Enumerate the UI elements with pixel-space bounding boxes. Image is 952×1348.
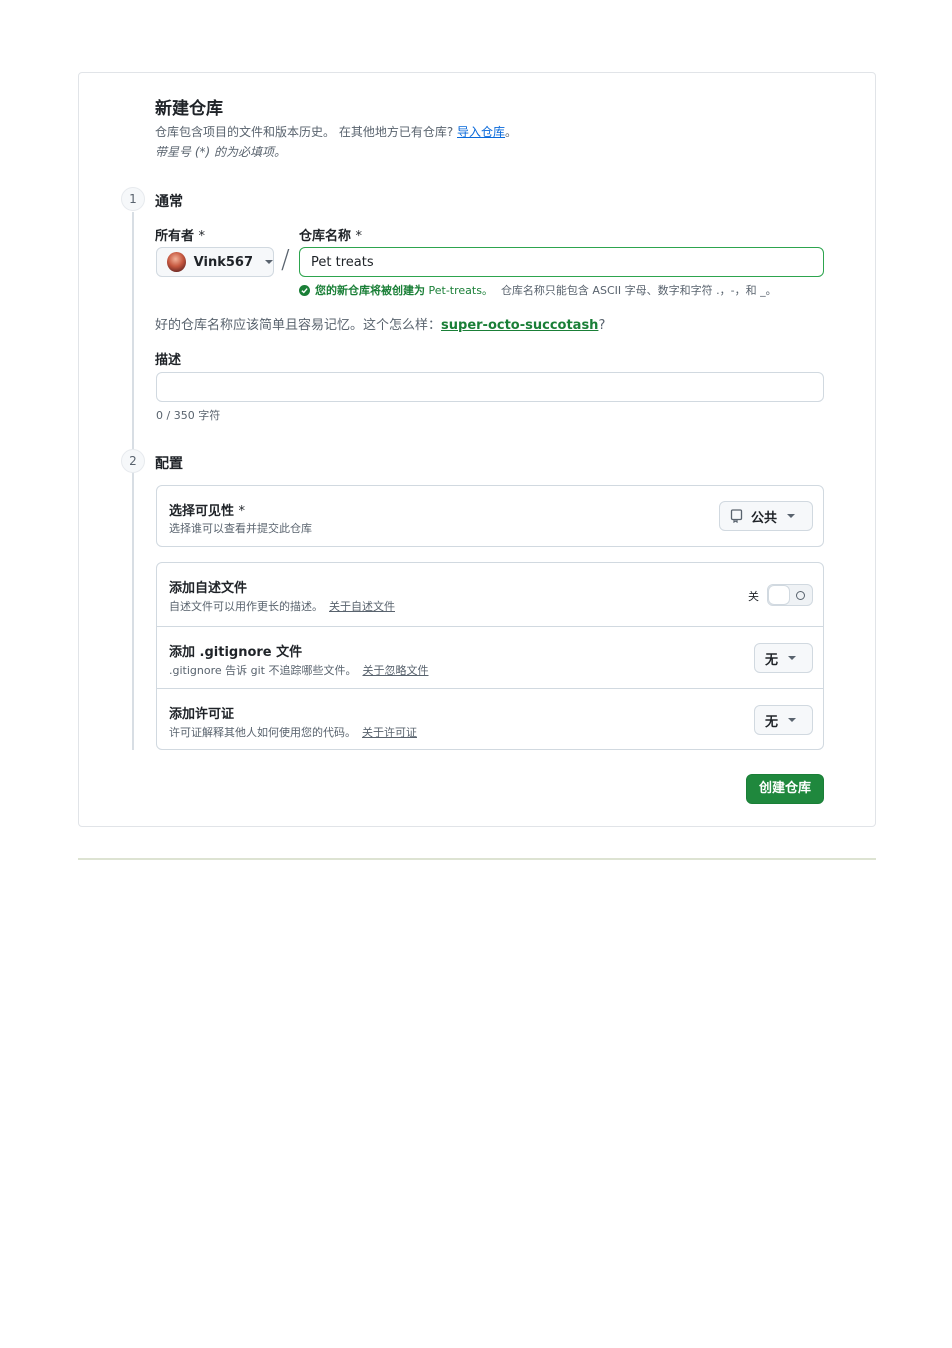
visibility-required-mark: * — [238, 504, 246, 519]
visibility-title: 选择可见性 * — [169, 500, 245, 519]
license-row: 添加许可证 许可证解释其他人如何使用您的代码。 关于许可证 无 — [157, 688, 823, 750]
validation-suffix: 。 — [481, 284, 493, 297]
step-connector-line — [132, 212, 134, 750]
suggested-name-link[interactable]: super-octo-succotash — [441, 318, 598, 333]
required-note: 带星号 (*) 的为必填项。 — [155, 145, 286, 159]
step-1-badge: 1 — [121, 187, 145, 211]
owner-name: Vink567 — [193, 254, 253, 270]
create-repo-button[interactable]: 创建仓库 — [746, 774, 824, 804]
chevron-down-icon — [788, 718, 797, 722]
toggle-knob — [768, 585, 790, 605]
description-input[interactable] — [156, 372, 824, 402]
license-title: 添加许可证 — [169, 707, 235, 722]
gitignore-title: 添加 .gitignore 文件 — [169, 645, 303, 660]
readme-help-link[interactable]: 关于自述文件 — [329, 600, 395, 613]
visibility-title-text: 选择可见性 — [169, 504, 235, 519]
subtitle-end: 。 — [505, 125, 518, 139]
license-desc-text: 许可证解释其他人如何使用您的代码。 — [169, 726, 356, 739]
gitignore-desc: .gitignore 告诉 git 不追踪哪些文件。 关于忽略文件 — [169, 662, 428, 678]
page-title: 新建仓库 — [155, 99, 223, 119]
chevron-down-icon — [788, 656, 797, 660]
toggle-off-icon — [796, 590, 805, 600]
owner-required-mark: * — [198, 229, 206, 244]
repo-name-required-mark: * — [355, 229, 363, 244]
visibility-box: 选择可见性 * 选择谁可以查看并提交此仓库 公共 — [156, 485, 824, 547]
gitignore-select-button[interactable]: 无 — [754, 643, 813, 673]
gitignore-value: 无 — [765, 652, 779, 668]
gitignore-help-link[interactable]: 关于忽略文件 — [362, 664, 428, 677]
step-2-badge: 2 — [121, 449, 145, 473]
license-value: 无 — [765, 714, 779, 730]
import-repo-link[interactable]: 导入仓库 — [457, 125, 505, 139]
license-select-button[interactable]: 无 — [754, 705, 813, 735]
gitignore-row: 添加 .gitignore 文件 .gitignore 告诉 git 不追踪哪些… — [157, 626, 823, 688]
subtitle-text: 仓库包含项目的文件和版本历史。 在其他地方已有仓库? — [155, 125, 454, 139]
license-desc: 许可证解释其他人如何使用您的代码。 关于许可证 — [169, 724, 417, 740]
readme-desc-text: 自述文件可以用作更长的描述。 — [169, 600, 323, 613]
chevron-down-icon — [265, 260, 273, 264]
suggestion-text: 好的仓库名称应该简单且容易记忆。这个怎么样： — [155, 318, 442, 333]
page-subtitle: 仓库包含项目的文件和版本历史。 在其他地方已有仓库? 导入仓库。 — [155, 123, 517, 140]
owner-label: 所有者 * — [155, 225, 205, 244]
validation-strong: 您的新仓库将被创建为 — [315, 284, 425, 297]
owner-select-button[interactable]: Vink567 — [156, 247, 274, 277]
repo-name-label-text: 仓库名称 — [299, 229, 352, 244]
name-suggestion: 好的仓库名称应该简单且容易记忆。这个怎么样：super-octo-succota… — [155, 314, 605, 333]
visibility-select-button[interactable]: 公共 — [719, 501, 813, 531]
suggestion-end: ? — [598, 318, 606, 333]
readme-row: 添加自述文件 自述文件可以用作更长的描述。 关于自述文件 关 — [157, 563, 823, 626]
avatar — [167, 252, 186, 272]
readme-desc: 自述文件可以用作更长的描述。 关于自述文件 — [169, 598, 395, 614]
options-box: 添加自述文件 自述文件可以用作更长的描述。 关于自述文件 关 添加 .gitign… — [156, 562, 824, 750]
owner-label-text: 所有者 — [155, 229, 195, 244]
validation-rules: 仓库名称只能包含 ASCII 字母、数字和字符 .，-，和 _。 — [500, 284, 777, 297]
license-help-link[interactable]: 关于许可证 — [362, 726, 417, 739]
char-count: 0 / 350 字符 — [156, 409, 221, 422]
step-1-title: 通常 — [155, 194, 183, 210]
check-circle-icon — [299, 284, 310, 296]
readme-title: 添加自述文件 — [169, 581, 248, 596]
readme-toggle-state: 关 — [748, 590, 759, 603]
owner-repo-separator: / — [281, 245, 290, 275]
repo-icon — [730, 509, 743, 523]
gitignore-desc-text: .gitignore 告诉 git 不追踪哪些文件。 — [169, 664, 357, 677]
step-2-title: 配置 — [155, 456, 183, 472]
repo-name-validation: 您的新仓库将被创建为 Pet-treats。 仓库名称只能包含 ASCII 字母… — [299, 282, 777, 298]
repo-name-input[interactable] — [299, 247, 824, 277]
chevron-down-icon — [787, 514, 796, 518]
description-label: 描述 — [155, 353, 182, 368]
visibility-value: 公共 — [751, 510, 778, 526]
visibility-desc: 选择谁可以查看并提交此仓库 — [169, 522, 312, 535]
readme-toggle[interactable] — [767, 584, 813, 606]
validation-repo-name: Pet-treats — [428, 283, 482, 297]
page-divider — [78, 858, 876, 860]
repo-name-label: 仓库名称 * — [299, 225, 362, 244]
